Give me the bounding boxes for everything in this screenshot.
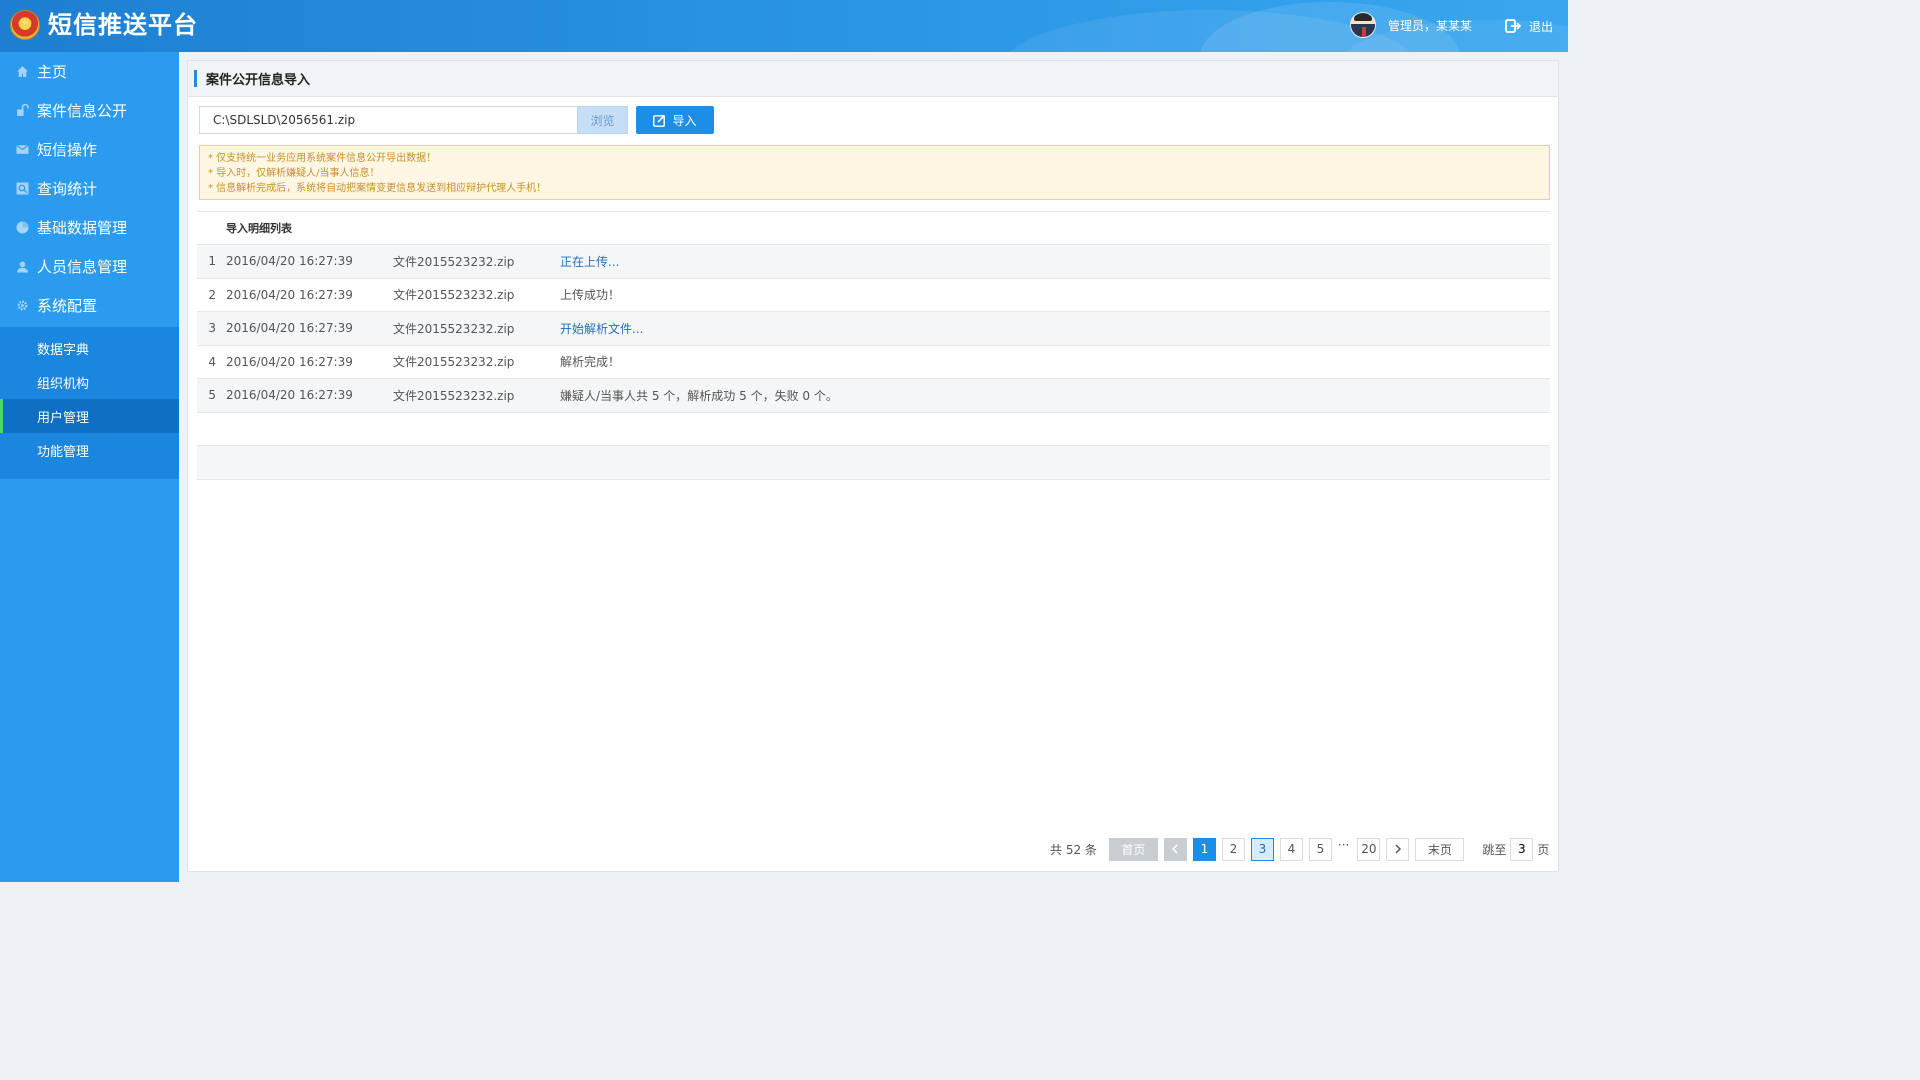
notice-line: * 信息解析完成后，系统将自动把案情变更信息发送到相应辩护代理人手机！	[208, 183, 547, 194]
table-row: 1 2016/04/20 16:27:39 文件2015523232.zip 正…	[197, 244, 1550, 278]
prev-page-button[interactable]	[1163, 837, 1187, 861]
logout-icon	[1505, 19, 1521, 33]
page-button-1[interactable]: 1	[1192, 837, 1216, 861]
row-time: 2016/04/20 16:27:39	[226, 287, 353, 302]
row-status: 解析完成！	[560, 355, 621, 370]
notice-line: * 导入时，仅解析嫌疑人/当事人信息！	[208, 168, 380, 179]
avatar[interactable]	[1350, 12, 1376, 38]
next-page-button[interactable]	[1386, 837, 1410, 861]
sidebar-item-label: 人员信息管理	[37, 258, 128, 276]
row-index: 4	[208, 354, 216, 369]
upload-row: 浏览 导入	[199, 106, 714, 134]
sidebar-subitem-data-dictionary[interactable]: 数据字典	[0, 331, 179, 365]
last-page-button[interactable]: 末页	[1415, 837, 1465, 861]
sidebar-item-label: 查询统计	[37, 180, 98, 198]
notice-box: * 仅支持统一业务应用系统案件信息公开导出数据！ * 导入时，仅解析嫌疑人/当事…	[199, 145, 1550, 200]
sidebar: 主页 案件信息公开 短信操作 查询统计 基础数据管理 人员信息管理 系统配置 数…	[0, 52, 179, 882]
sidebar-item-label: 案件信息公开	[37, 102, 128, 120]
sidebar-subitem-organization[interactable]: 组织机构	[0, 365, 179, 399]
row-time: 2016/04/20 16:27:39	[226, 354, 353, 369]
envelope-icon	[16, 144, 29, 154]
sidebar-item-label: 短信操作	[37, 141, 98, 159]
row-time: 2016/04/20 16:27:39	[226, 254, 353, 269]
person-icon	[17, 261, 28, 273]
row-index: 3	[208, 321, 216, 336]
row-status: 正在上传...	[560, 254, 620, 269]
sidebar-item-label: 基础数据管理	[37, 219, 128, 237]
row-time: 2016/04/20 16:27:39	[226, 321, 353, 336]
row-status: 上传成功！	[560, 288, 621, 303]
row-index: 1	[208, 254, 216, 269]
browse-button[interactable]: 浏览	[577, 106, 628, 134]
chevron-left-icon	[1172, 844, 1178, 854]
case-icon	[17, 104, 29, 116]
row-file: 文件2015523232.zip	[393, 355, 515, 370]
user-name-label: 管理员，某某某	[1388, 19, 1473, 33]
table-row: 3 2016/04/20 16:27:39 文件2015523232.zip 开…	[197, 311, 1550, 345]
row-file: 文件2015523232.zip	[393, 288, 515, 303]
row-file: 文件2015523232.zip	[393, 254, 515, 269]
row-file: 文件2015523232.zip	[393, 321, 515, 336]
row-index: 5	[208, 388, 216, 403]
import-button[interactable]: 导入	[636, 106, 714, 134]
search-stats-icon	[16, 182, 29, 195]
page-unit-label: 页	[1537, 842, 1550, 857]
chevron-right-icon	[1395, 844, 1401, 854]
sidebar-item-query[interactable]: 查询统计	[0, 169, 179, 208]
import-detail-table: 导入明细列表 1 2016/04/20 16:27:39 文件201552323…	[197, 211, 1550, 480]
total-count: 共 52 条	[1050, 842, 1097, 857]
sidebar-item-label: 主页	[37, 63, 68, 81]
table-row: 2 2016/04/20 16:27:39 文件2015523232.zip 上…	[197, 277, 1550, 312]
page-button-3[interactable]: 3	[1250, 837, 1274, 861]
table-row-empty	[197, 445, 1550, 479]
pie-chart-icon	[16, 221, 29, 234]
sidebar-item-label: 系统配置	[37, 297, 98, 315]
page-title: 案件公开信息导入	[206, 73, 311, 88]
notice-line: * 仅支持统一业务应用系统案件信息公开导出数据！	[208, 153, 437, 164]
page-button-4[interactable]: 4	[1279, 837, 1303, 861]
top-header: ★ 短信推送平台 管理员，某某某 退出	[0, 0, 1568, 52]
title-accent-bar	[194, 70, 197, 87]
pagination: 共 52 条 首页 1 2 3 4 5 ··· 20 末页 跳至 页	[1050, 837, 1549, 861]
row-status: 嫌疑人/当事人共 5 个，解析成功 5 个，失败 0 个。	[560, 388, 838, 403]
system-config-submenu: 数据字典 组织机构 用户管理 功能管理	[0, 327, 179, 479]
jump-label: 跳至	[1482, 842, 1507, 857]
logout-label: 退出	[1529, 19, 1554, 34]
page-button-20[interactable]: 20	[1357, 837, 1381, 861]
gear-icon	[17, 300, 28, 311]
logout-button[interactable]: 退出	[1505, 16, 1553, 36]
table-row: 4 2016/04/20 16:27:39 文件2015523232.zip 解…	[197, 344, 1550, 379]
app-title: 短信推送平台	[48, 11, 198, 39]
sidebar-item-basic-data[interactable]: 基础数据管理	[0, 208, 179, 247]
row-index: 2	[208, 287, 216, 302]
pagination-ellipsis: ···	[1337, 838, 1350, 852]
row-status: 开始解析文件...	[560, 321, 644, 336]
sidebar-item-sms[interactable]: 短信操作	[0, 130, 179, 169]
row-time: 2016/04/20 16:27:39	[226, 388, 353, 403]
home-icon	[17, 66, 28, 77]
table-row: 5 2016/04/20 16:27:39 文件2015523232.zip 嫌…	[197, 378, 1550, 412]
edit-icon	[653, 114, 666, 127]
panel-header: 案件公开信息导入	[188, 61, 1558, 97]
emblem-logo-icon: ★	[10, 10, 40, 40]
first-page-button[interactable]: 首页	[1108, 837, 1158, 861]
page-button-2[interactable]: 2	[1221, 837, 1245, 861]
sidebar-item-system-config[interactable]: 系统配置	[0, 286, 179, 325]
sidebar-subitem-function-management[interactable]: 功能管理	[0, 433, 179, 467]
sidebar-subitem-user-management[interactable]: 用户管理	[0, 399, 179, 433]
sidebar-item-personnel[interactable]: 人员信息管理	[0, 247, 179, 286]
sidebar-item-case-info[interactable]: 案件信息公开	[0, 91, 179, 130]
jump-page-input[interactable]	[1510, 837, 1534, 861]
table-bottom-border	[197, 478, 1550, 480]
file-path-input[interactable]	[199, 106, 577, 134]
main-panel: 案件公开信息导入 浏览 导入 * 仅支持统一业务应用系统案件信息公开导出数据！ …	[187, 60, 1559, 872]
page-button-5[interactable]: 5	[1308, 837, 1332, 861]
table-header: 导入明细列表	[197, 211, 1550, 244]
sidebar-item-home[interactable]: 主页	[0, 52, 179, 91]
table-row-empty	[197, 411, 1550, 446]
import-button-label: 导入	[672, 113, 697, 128]
row-file: 文件2015523232.zip	[393, 388, 515, 403]
